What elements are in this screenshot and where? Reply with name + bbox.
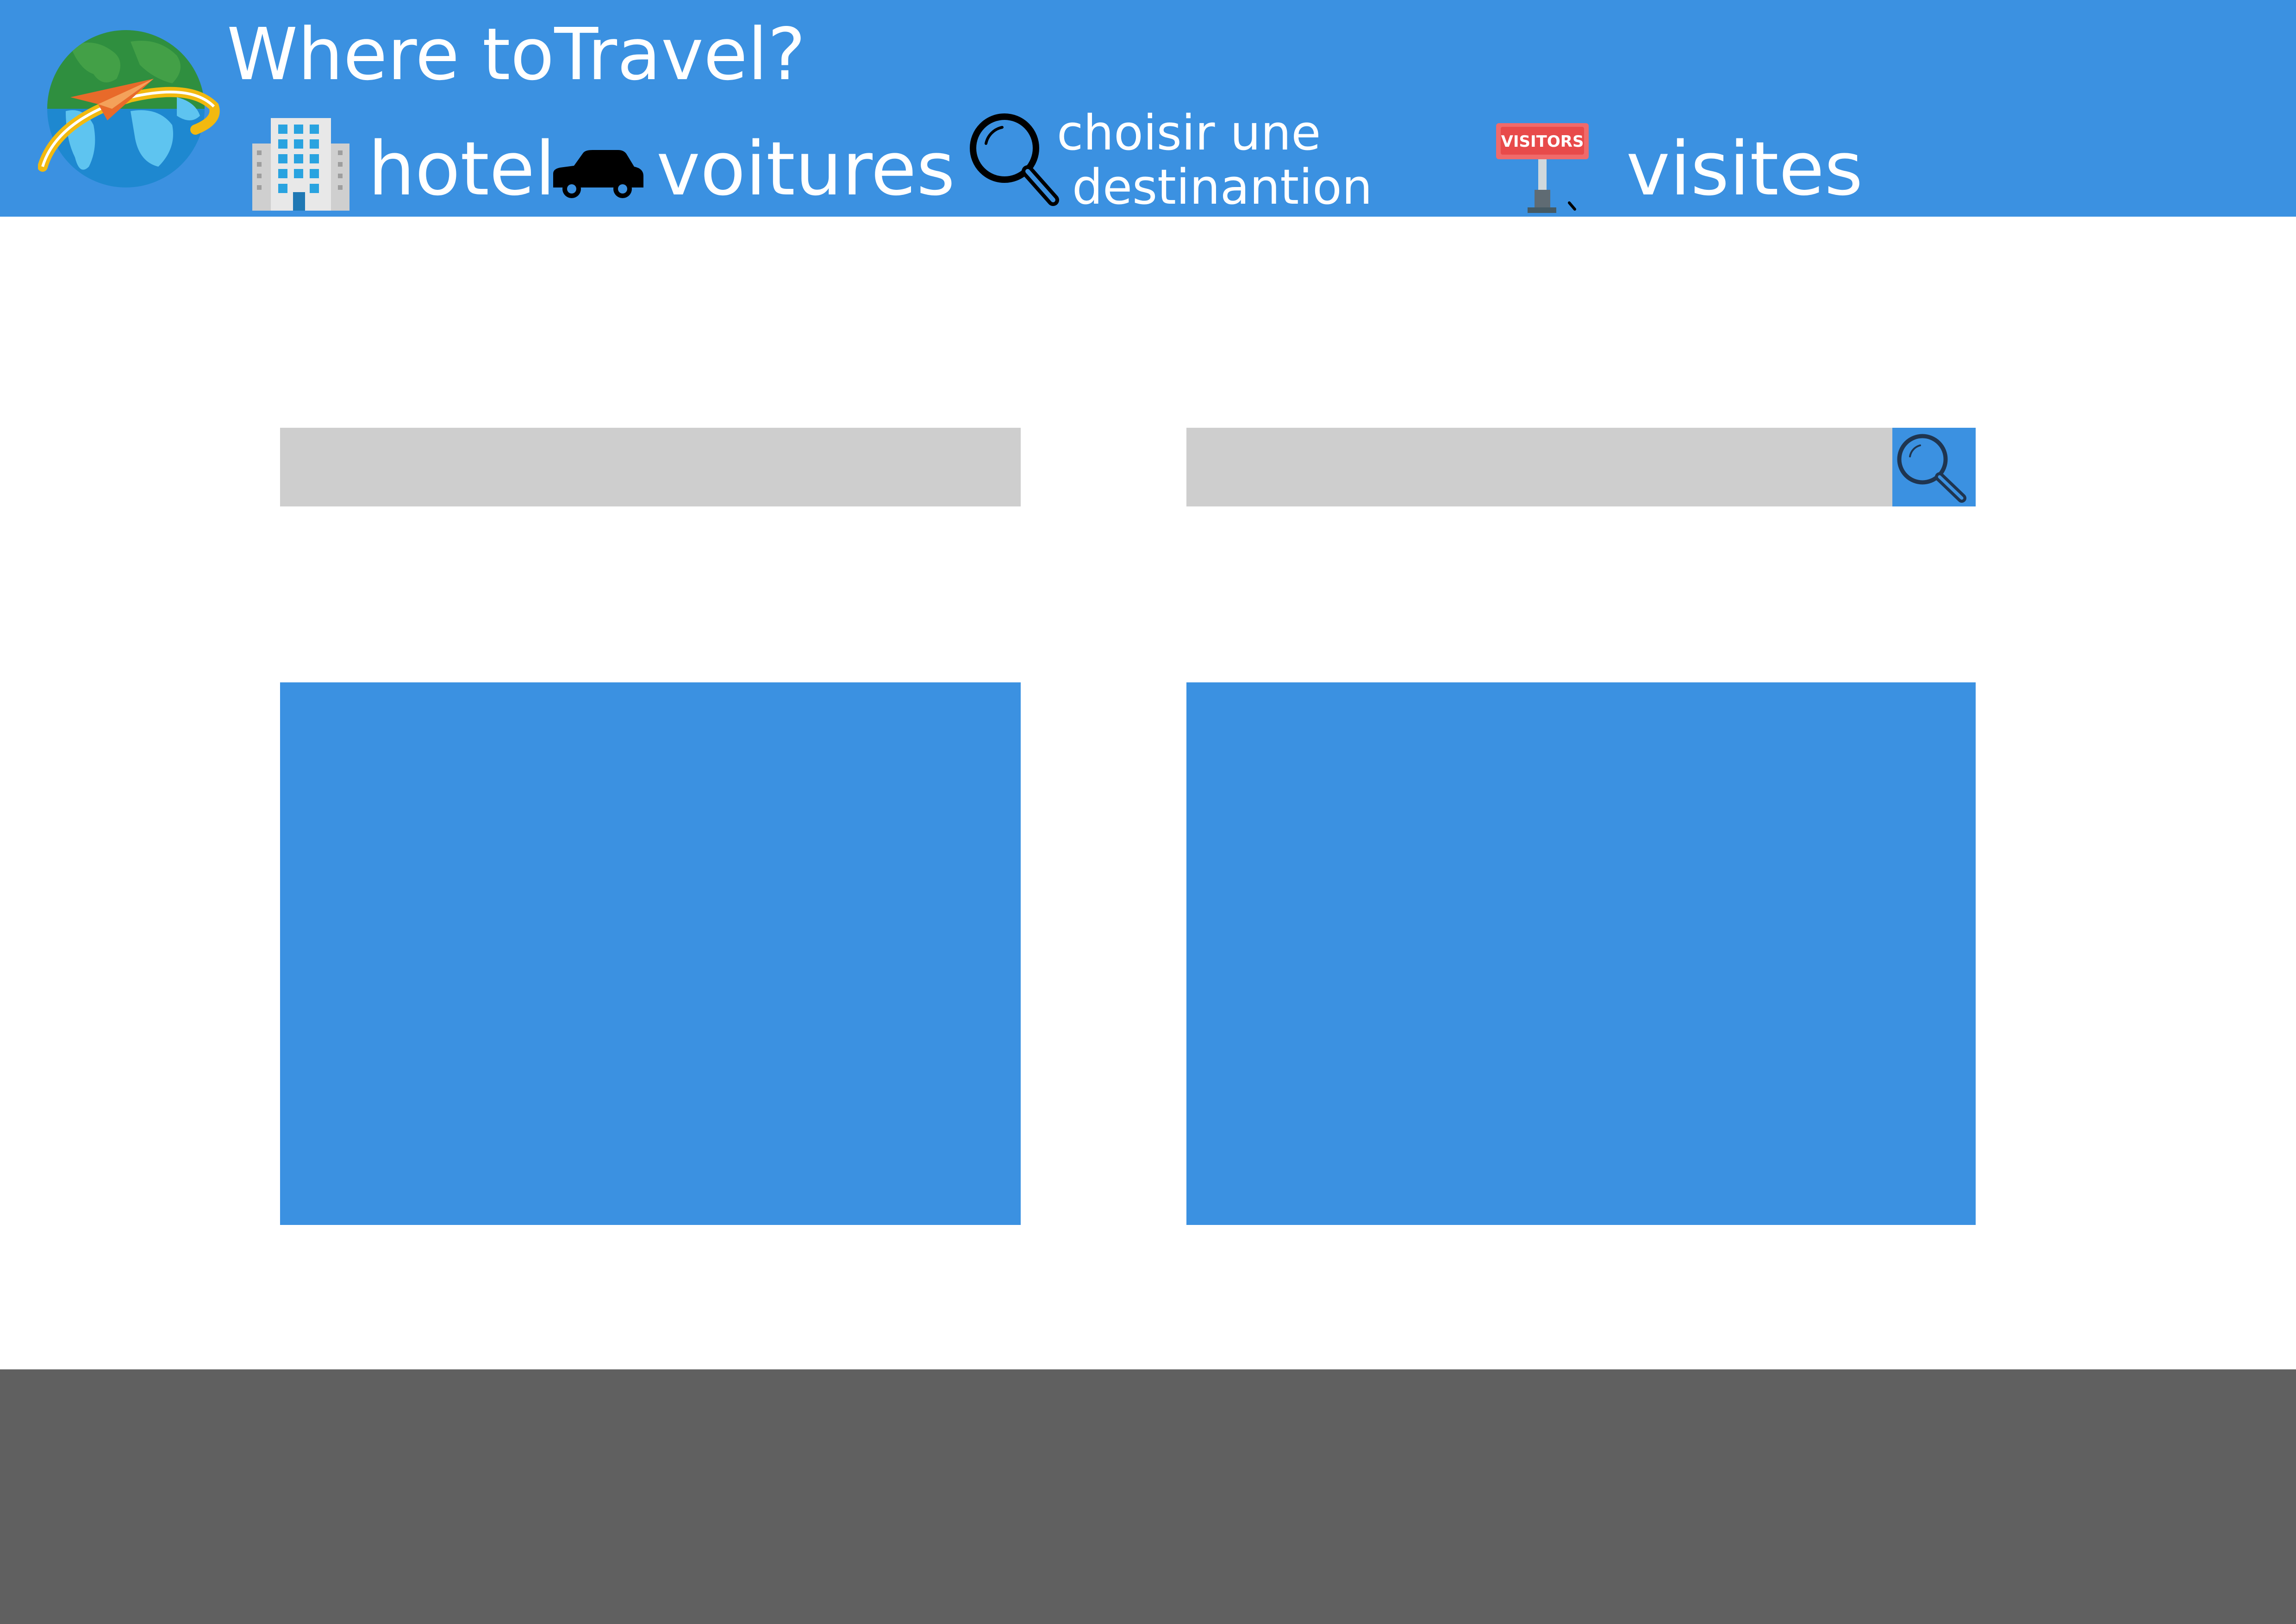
search-icon xyxy=(1897,434,1966,503)
nav-destination-line2: destinantion xyxy=(1072,159,1373,215)
hotel-building-icon xyxy=(252,118,349,212)
nav-hotel[interactable]: hotel xyxy=(252,116,555,213)
content-panel-right[interactable] xyxy=(1186,682,1976,1225)
car-icon xyxy=(549,148,646,201)
nav-visites[interactable]: VISITORS visites xyxy=(1495,120,1863,217)
header-bar: Where toTravel? hotel voitures choisir u… xyxy=(0,0,2296,217)
nav-hotel-label: hotel xyxy=(368,125,555,212)
search-button[interactable] xyxy=(1892,428,1976,506)
nav-voitures-label: voitures xyxy=(656,125,955,212)
content-panel-left[interactable] xyxy=(280,682,1021,1225)
hotel-search-input[interactable] xyxy=(280,428,1021,506)
nav-visites-label: visites xyxy=(1626,125,1863,212)
footer xyxy=(0,1369,2296,1624)
globe-airplane-icon[interactable] xyxy=(37,28,223,194)
destination-search-input[interactable] xyxy=(1186,428,1892,506)
app-title: Where toTravel? xyxy=(227,12,806,96)
magnifier-icon xyxy=(967,111,1060,210)
nav-destination-line1: choisir une xyxy=(1057,105,1321,161)
svg-text:VISITORS: VISITORS xyxy=(1501,132,1584,151)
visitors-sign-icon: VISITORS xyxy=(1495,120,1592,217)
nav-voitures[interactable]: voitures xyxy=(549,116,955,213)
nav-destination[interactable]: choisir une destinantion xyxy=(967,106,1384,213)
